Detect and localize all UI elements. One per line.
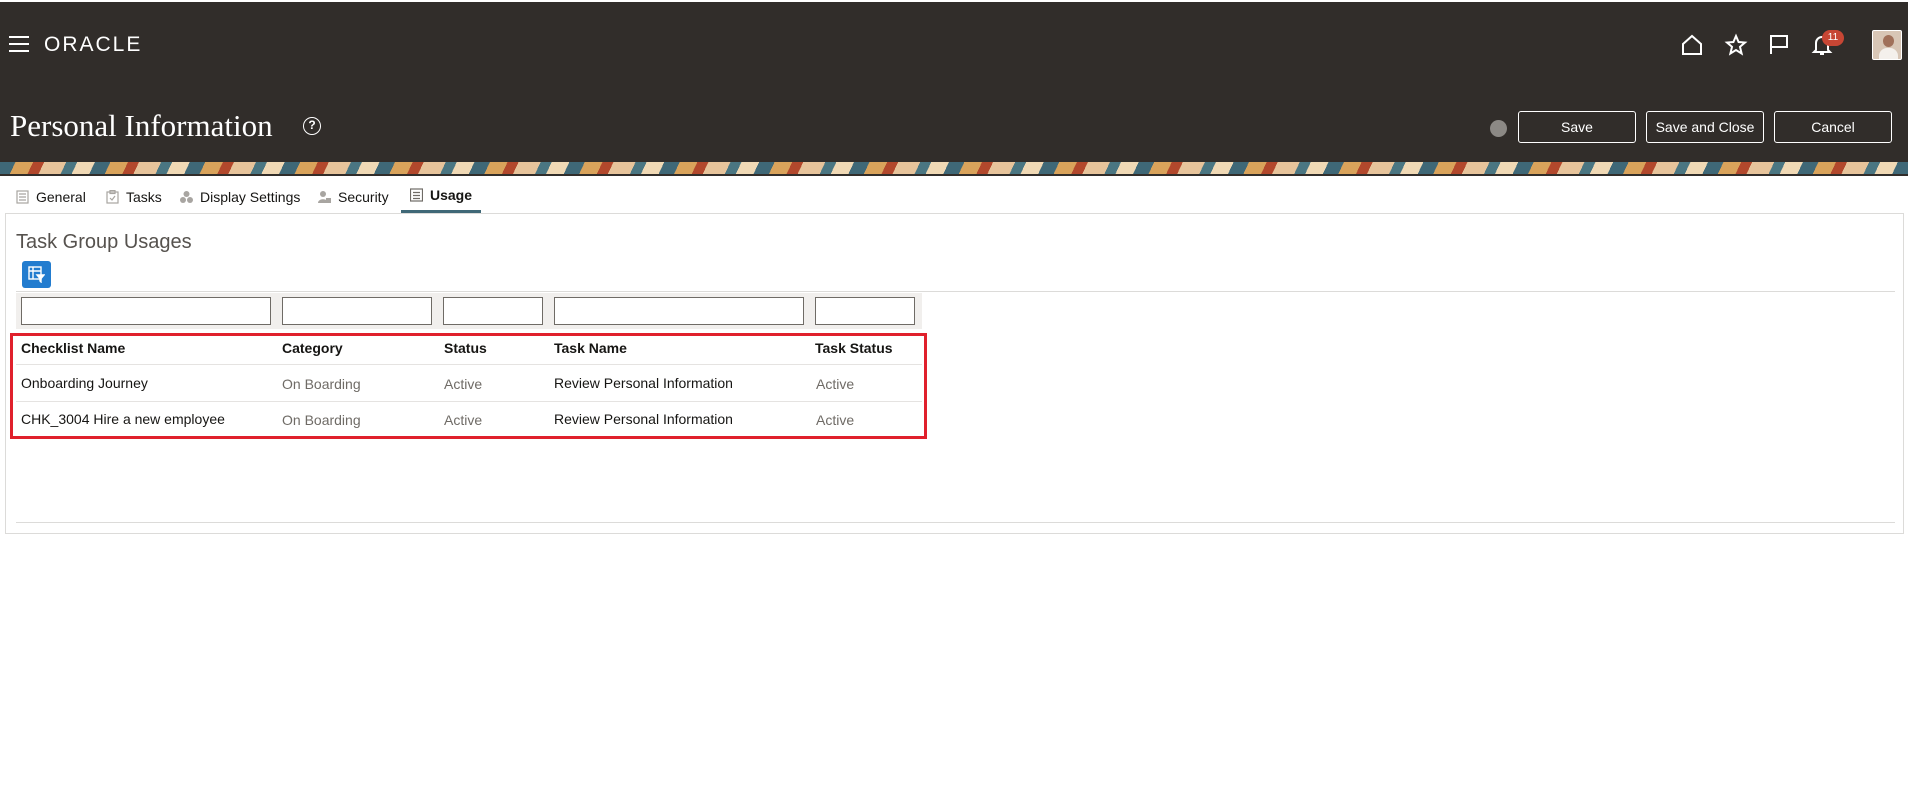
header-top-border (0, 0, 1908, 2)
home-icon[interactable] (1680, 33, 1704, 57)
toolbar-divider (16, 291, 1895, 292)
table-cell-task-status: Active (816, 412, 855, 428)
tab-label: General (36, 188, 86, 205)
save-button[interactable]: Save (1518, 111, 1636, 143)
task-status-filter-input[interactable] (815, 297, 915, 325)
flag-icon[interactable] (1767, 33, 1791, 57)
query-by-example-button[interactable] (22, 261, 51, 288)
tab-usage[interactable]: Usage (401, 180, 482, 213)
tab-label: Usage (430, 187, 473, 203)
security-icon (318, 190, 331, 204)
tab-label: Display Settings (200, 188, 301, 205)
page-title: Personal Information (10, 108, 273, 143)
cancel-button[interactable]: Cancel (1774, 111, 1892, 143)
tab-bar: General Tasks Display Settings Security … (0, 180, 1908, 213)
clipboard-icon (106, 189, 119, 204)
table-row-divider (16, 401, 922, 402)
column-header-task-status[interactable]: Task Status (815, 340, 893, 356)
globe-icon[interactable] (1490, 120, 1507, 137)
table-cell-category: On Boarding (282, 412, 361, 428)
tab-tasks[interactable]: Tasks (106, 180, 162, 213)
help-icon[interactable]: ? (303, 117, 321, 135)
table-cell-category: On Boarding (282, 376, 361, 392)
category-filter-input[interactable] (282, 297, 432, 325)
header-row-divider (16, 364, 922, 365)
task-name-filter-input[interactable] (554, 297, 804, 325)
user-avatar[interactable] (1872, 30, 1902, 60)
tab-security[interactable]: Security (318, 180, 389, 213)
table-cell-checklist-name[interactable]: CHK_3004 Hire a new employee (21, 411, 225, 427)
global-header: ORACLE 11 Personal Information ? Save Sa… (0, 0, 1908, 176)
table-cell-task-name[interactable]: Review Personal Information (554, 375, 733, 391)
oracle-logo[interactable]: ORACLE (44, 33, 142, 57)
checklist-name-filter-input[interactable] (21, 297, 271, 325)
status-filter-input[interactable] (443, 297, 543, 325)
display-settings-icon (180, 190, 193, 204)
hamburger-menu-icon[interactable] (9, 36, 29, 52)
document-icon (16, 189, 29, 204)
table-cell-checklist-name[interactable]: Onboarding Journey (21, 375, 148, 391)
table-cell-status: Active (444, 376, 483, 392)
column-header-category[interactable]: Category (282, 340, 343, 356)
table-cell-status: Active (444, 412, 483, 428)
table-cell-task-name[interactable]: Review Personal Information (554, 411, 733, 427)
filter-icon (28, 266, 45, 283)
tab-general[interactable]: General (16, 180, 86, 213)
column-header-task-name[interactable]: Task Name (554, 340, 627, 356)
table-bottom-divider (16, 522, 1895, 523)
usage-list-icon (409, 188, 424, 202)
column-header-status[interactable]: Status (444, 340, 487, 356)
column-header-checklist-name[interactable]: Checklist Name (21, 340, 125, 356)
tab-display-settings[interactable]: Display Settings (180, 180, 300, 213)
section-title: Task Group Usages (16, 231, 192, 253)
notification-count-badge[interactable]: 11 (1822, 30, 1844, 46)
save-and-close-button[interactable]: Save and Close (1646, 111, 1764, 143)
table-cell-task-status: Active (816, 376, 855, 392)
favorites-star-icon[interactable] (1724, 33, 1748, 57)
tab-label: Security (338, 188, 389, 205)
tab-label: Tasks (126, 188, 162, 205)
decorative-banner (0, 162, 1908, 174)
